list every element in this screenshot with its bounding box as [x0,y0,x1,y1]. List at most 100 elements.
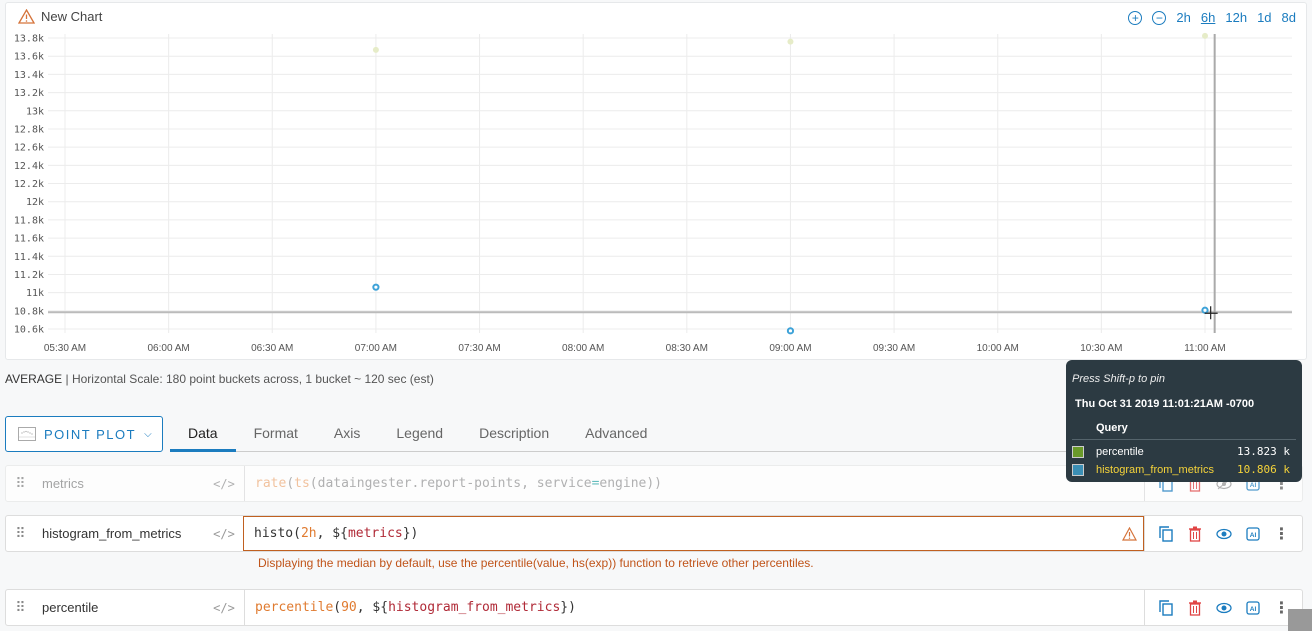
tooltip-series-name: histogram_from_metrics [1096,463,1214,476]
expression-token: (dataingester.report-points, service [309,476,592,491]
ai-icon[interactable]: AI [1245,526,1261,542]
expression-token: , ${ [356,600,389,615]
y-tick-label: 11.6k [14,234,44,245]
tab-axis[interactable]: Axis [316,425,378,451]
tooltip-timestamp: Thu Oct 31 2019 11:01:21AM -0700 [1075,398,1255,410]
y-tick-label: 13k [26,106,44,117]
expression-token: histo( [254,526,301,541]
expression-token: 2h [300,526,317,541]
y-tick-label: 11.4k [14,252,44,263]
query-expression-input[interactable]: percentile(90, ${histogram_from_metrics}… [244,590,1144,625]
tab-data[interactable]: Data [170,425,236,452]
x-tick-label: 11:00 AM [1184,343,1226,354]
data-point-histogram-from-metrics [372,283,380,291]
resize-handle[interactable] [1288,609,1312,631]
x-tick-label: 08:00 AM [562,343,604,354]
tooltip-pin-hint: Press Shift-p to pin [1072,373,1165,385]
delete-icon[interactable] [1187,526,1203,542]
expression-token: engine)) [599,476,663,491]
y-tick-label: 11k [26,288,44,299]
expression-token: = [591,476,600,491]
point-plot-chart[interactable]: 10.6k 10.8k 11k 11.2k 11.4k 11.6k 11.8k 12k 12.2… [0,0,1312,360]
expression-token: metrics [347,526,403,541]
horizontal-scale-text: Horizontal Scale: 180 point buckets acro… [71,372,434,386]
tab-advanced[interactable]: Advanced [567,425,665,451]
hover-tooltip: Press Shift-p to pin Thu Oct 31 2019 11:… [1066,360,1302,482]
expression-token: rate [255,476,287,491]
tab-format[interactable]: Format [236,425,316,451]
tab-legend[interactable]: Legend [378,425,461,451]
query-row-histogram-from-metrics: ⠿ histogram_from_metrics </> histo(2h, $… [5,515,1303,552]
plot-type-label: POINT PLOT [44,426,137,442]
aggregation-label: AVERAGE [5,372,63,386]
x-tick-label: 07:30 AM [458,343,500,354]
query-actions: AI ⋮ [1144,516,1302,551]
svg-text:AI: AI [1249,482,1256,489]
expression-token: }) [560,600,576,615]
query-name[interactable]: histogram_from_metrics [34,526,204,541]
y-tick-label: 12.2k [14,179,44,190]
legend-swatch [1072,445,1084,458]
y-tick-label: 13.4k [14,70,44,81]
tab-description[interactable]: Description [461,425,567,451]
summary-separator: | [65,372,69,386]
query-name[interactable]: metrics [34,476,204,491]
query-hint-message: Displaying the median by default, use th… [258,556,814,570]
point-plot-icon [18,427,36,441]
expression-token: ( [286,476,295,491]
y-tick-label: 10.8k [14,306,44,317]
ai-icon[interactable]: AI [1245,600,1261,616]
x-tick-label: 06:00 AM [148,343,190,354]
tooltip-row: histogram_from_metrics 10.806 k [1072,463,1296,476]
eye-icon[interactable] [1215,526,1232,542]
expression-token: histogram_from_metrics [388,600,561,615]
y-tick-label: 12.8k [14,124,44,135]
tooltip-row: percentile 13.823 k [1072,445,1296,458]
expression-token: , ${ [316,526,348,541]
x-tick-label: 05:30 AM [44,343,86,354]
legend-swatch [1072,463,1084,476]
svg-text:AI: AI [1249,606,1256,613]
data-point-percentile [372,46,379,53]
x-tick-label: 06:30 AM [251,343,293,354]
copy-icon[interactable] [1158,525,1174,542]
y-tick-label: 13.6k [14,52,44,63]
plot-type-dropdown[interactable]: POINT PLOT ⌵ [5,416,163,452]
expression-token: ( [333,600,342,615]
x-tick-label: 10:00 AM [977,343,1019,354]
y-tick-label: 12.6k [14,143,44,154]
svg-text:AI: AI [1249,532,1256,539]
tooltip-series-value: 13.823 k [1237,445,1290,458]
tooltip-series-value: 10.806 k [1237,463,1290,476]
drag-handle-icon[interactable]: ⠿ [6,525,34,542]
eye-icon[interactable] [1215,600,1232,616]
query-actions: AI ⋮ [1144,590,1302,625]
x-tick-label: 10:30 AM [1080,343,1122,354]
x-tick-label: 08:30 AM [666,343,708,354]
data-point-histogram-from-metrics [786,327,795,335]
drag-handle-icon[interactable]: ⠿ [6,599,34,616]
query-name[interactable]: percentile [34,600,204,615]
copy-icon[interactable] [1158,599,1174,616]
chevron-down-icon: ⌵ [144,428,154,440]
chart-summary: AVERAGE | Horizontal Scale: 180 point bu… [5,372,434,386]
code-icon[interactable]: </> [204,601,244,615]
y-tick-label: 10.6k [14,325,44,336]
y-tick-label: 12k [26,197,44,208]
query-expression-input[interactable]: rate(ts (dataingester.report-points, serv… [244,466,1144,501]
y-tick-label: 13.2k [14,88,44,99]
data-point-histogram-from-metrics [1201,306,1209,314]
drag-handle-icon[interactable]: ⠿ [6,475,34,492]
delete-icon[interactable] [1187,600,1203,616]
x-tick-label: 07:00 AM [355,343,397,354]
query-expression-input[interactable]: histo(2h, ${metrics}) [243,516,1144,551]
query-row-percentile: ⠿ percentile </> percentile(90, ${histog… [5,589,1303,626]
more-options-icon[interactable]: ⋮ [1274,526,1290,543]
code-icon[interactable]: </> [204,477,244,491]
x-tick-label: 09:00 AM [769,343,811,354]
y-tick-label: 11.8k [14,215,44,226]
code-icon[interactable]: </> [204,527,244,541]
tooltip-series-name: percentile [1096,445,1144,458]
expression-token: ts [294,476,310,491]
data-point-percentile [787,38,794,45]
